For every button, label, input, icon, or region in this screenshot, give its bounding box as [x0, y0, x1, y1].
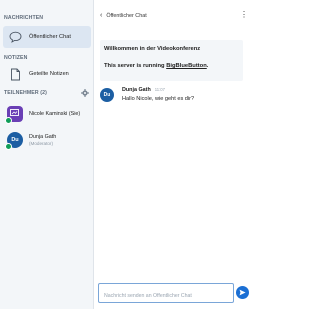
sidebar: NACHRICHTEN Öffentlicher Chat NOTIZEN Ge… — [0, 0, 94, 309]
avatar: Du — [100, 88, 114, 102]
chat-message: Du Dunja Gath 11:07 Hallo Nicole, wie ge… — [100, 87, 243, 111]
gear-icon[interactable] — [81, 89, 89, 97]
online-status-dot — [5, 143, 12, 150]
sidebar-item-public-chat[interactable]: Öffentlicher Chat — [3, 26, 91, 48]
message-sender: Dunja Gath — [122, 87, 151, 93]
online-status-dot — [5, 117, 12, 124]
participant-row[interactable]: Du Dunja Gath (Moderator) — [3, 128, 91, 152]
welcome-server-line: This server is running BigBlueButton. — [104, 63, 239, 69]
chat-header: ‹ Öffentlicher Chat ⋮ — [94, 0, 249, 34]
presenter-icon — [10, 109, 19, 116]
welcome-server-suffix: . — [206, 63, 209, 69]
participants-section-title: TEILNEHMER (2) — [4, 90, 47, 96]
bigbluebutton-link[interactable]: BigBlueButton — [166, 63, 207, 69]
public-chat-label: Öffentlicher Chat — [29, 34, 71, 40]
welcome-title: Willkommen in der Videokonferenz — [104, 46, 201, 52]
notes-section-title: NOTIZEN — [4, 55, 28, 61]
avatar — [5, 106, 23, 124]
app-window: NACHRICHTEN Öffentlicher Chat NOTIZEN Ge… — [0, 0, 249, 309]
chat-bubble-icon — [8, 30, 22, 44]
back-button[interactable]: ‹ Öffentlicher Chat — [100, 12, 147, 19]
message-time: 11:07 — [154, 87, 165, 92]
message-composer — [98, 283, 234, 305]
sidebar-item-shared-notes[interactable]: Geteilte Notizen — [3, 63, 91, 85]
participant-row[interactable]: Nicole Kaminski (Sie) — [3, 102, 91, 126]
chevron-left-icon: ‹ — [100, 12, 103, 19]
participant-name: Dunja Gath — [29, 134, 57, 140]
send-icon — [239, 289, 246, 296]
messages-section-title: NACHRICHTEN — [4, 15, 44, 21]
participant-name: Nicole Kaminski (Sie) — [29, 111, 81, 117]
shared-notes-label: Geteilte Notizen — [29, 71, 69, 77]
chat-title: Öffentlicher Chat — [106, 12, 147, 19]
avatar-initials: Du — [11, 137, 19, 143]
document-icon — [8, 67, 22, 81]
welcome-message: Willkommen in der Videokonferenz This se… — [100, 40, 243, 81]
avatar: Du — [5, 132, 23, 150]
welcome-server-prefix: This server is running — [104, 63, 167, 69]
participant-role: (Moderator) — [29, 141, 53, 146]
kebab-menu-icon[interactable]: ⋮ — [240, 11, 248, 19]
send-button[interactable] — [236, 286, 249, 299]
chat-panel: ‹ Öffentlicher Chat ⋮ Willkommen in der … — [94, 0, 249, 309]
message-text: Hallo Nicole, wie geht es dir? — [122, 96, 195, 102]
message-input[interactable] — [99, 287, 233, 305]
